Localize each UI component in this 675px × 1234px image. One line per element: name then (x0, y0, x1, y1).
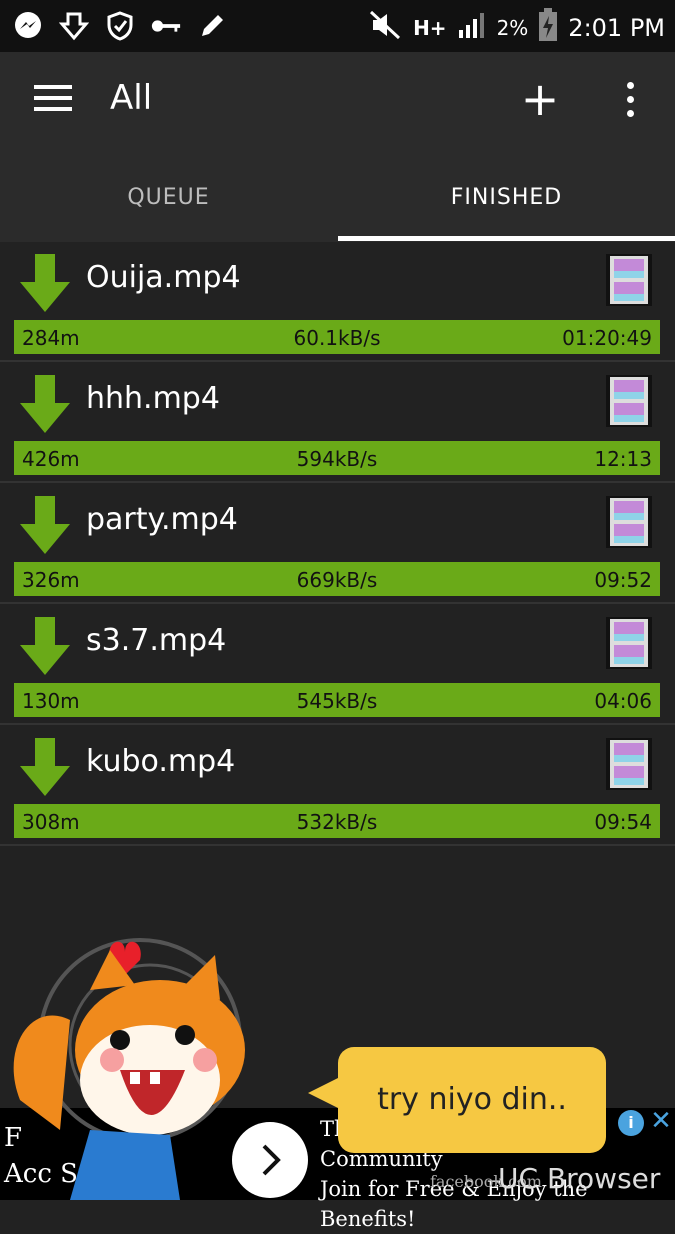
download-progress-bar: 130m 545kB/s 04:06 (14, 683, 660, 717)
video-file-icon[interactable] (606, 496, 652, 548)
download-arrow-icon (20, 496, 70, 554)
elapsed-time: 09:52 (594, 568, 652, 592)
overflow-menu-button[interactable] (612, 82, 648, 122)
add-download-button[interactable]: + (520, 74, 560, 124)
download-notification-icon (58, 10, 90, 42)
tab-finished[interactable]: FINISHED (338, 152, 675, 242)
download-speed: 545kB/s (296, 689, 378, 713)
app-bar: All + (0, 52, 675, 152)
battery-percent: 2% (496, 16, 529, 40)
tab-queue[interactable]: QUEUE (0, 152, 337, 242)
download-progress-bar: 426m 594kB/s 12:13 (14, 441, 660, 475)
plus-icon: + (520, 72, 560, 126)
download-progress-bar: 284m 60.1kB/s 01:20:49 (14, 320, 660, 354)
signal-icon (457, 10, 487, 46)
speech-bubble: try niyo din.. (308, 1047, 606, 1153)
elapsed-time: 12:13 (594, 447, 652, 471)
download-arrow-icon (20, 254, 70, 312)
file-name: hhh.mp4 (86, 381, 220, 416)
mute-icon (369, 10, 403, 46)
notification-icons (12, 10, 228, 42)
battery-icon (538, 8, 558, 48)
active-tab-indicator (338, 236, 675, 241)
list-item[interactable]: kubo.mp4 308m 532kB/s 09:54 (0, 726, 675, 846)
list-item[interactable]: Ouija.mp4 284m 60.1kB/s 01:20:49 (0, 242, 675, 362)
system-status: H+ 2% 2:01 PM (369, 8, 665, 48)
download-arrow-icon (20, 738, 70, 796)
download-arrow-icon (20, 375, 70, 433)
download-speed: 532kB/s (296, 810, 378, 834)
more-vert-icon (626, 82, 634, 89)
elapsed-time: 01:20:49 (562, 326, 652, 350)
video-file-icon[interactable] (606, 375, 652, 427)
download-arrow-icon (20, 617, 70, 675)
list-item[interactable]: hhh.mp4 426m 594kB/s 12:13 (0, 363, 675, 483)
pencil-icon (196, 10, 228, 42)
file-name: Ouija.mp4 (86, 260, 241, 295)
list-item[interactable]: s3.7.mp4 130m 545kB/s 04:06 (0, 605, 675, 725)
messenger-icon (12, 10, 44, 42)
hamburger-icon (34, 85, 72, 89)
download-speed: 594kB/s (296, 447, 378, 471)
elapsed-time: 09:54 (594, 810, 652, 834)
download-progress-bar: 326m 669kB/s 09:52 (14, 562, 660, 596)
video-file-icon[interactable] (606, 617, 652, 669)
shield-icon (104, 10, 136, 42)
download-speed: 669kB/s (296, 568, 378, 592)
video-file-icon[interactable] (606, 738, 652, 790)
file-name: s3.7.mp4 (86, 623, 227, 658)
squirrel-mascot (13, 938, 245, 1200)
elapsed-time: 04:06 (594, 689, 652, 713)
network-type: H+ (413, 16, 447, 40)
status-bar: H+ 2% 2:01 PM (0, 0, 675, 52)
download-progress-bar: 308m 532kB/s 09:54 (14, 804, 660, 838)
file-name: party.mp4 (86, 502, 238, 537)
file-name: kubo.mp4 (86, 744, 236, 779)
tab-bar: QUEUE FINISHED (0, 152, 675, 242)
video-file-icon[interactable] (606, 254, 652, 306)
clock: 2:01 PM (568, 14, 665, 42)
list-item[interactable]: party.mp4 326m 669kB/s 09:52 (0, 484, 675, 604)
key-icon (150, 10, 182, 42)
page-title: All (110, 78, 153, 118)
menu-button[interactable] (34, 85, 72, 117)
